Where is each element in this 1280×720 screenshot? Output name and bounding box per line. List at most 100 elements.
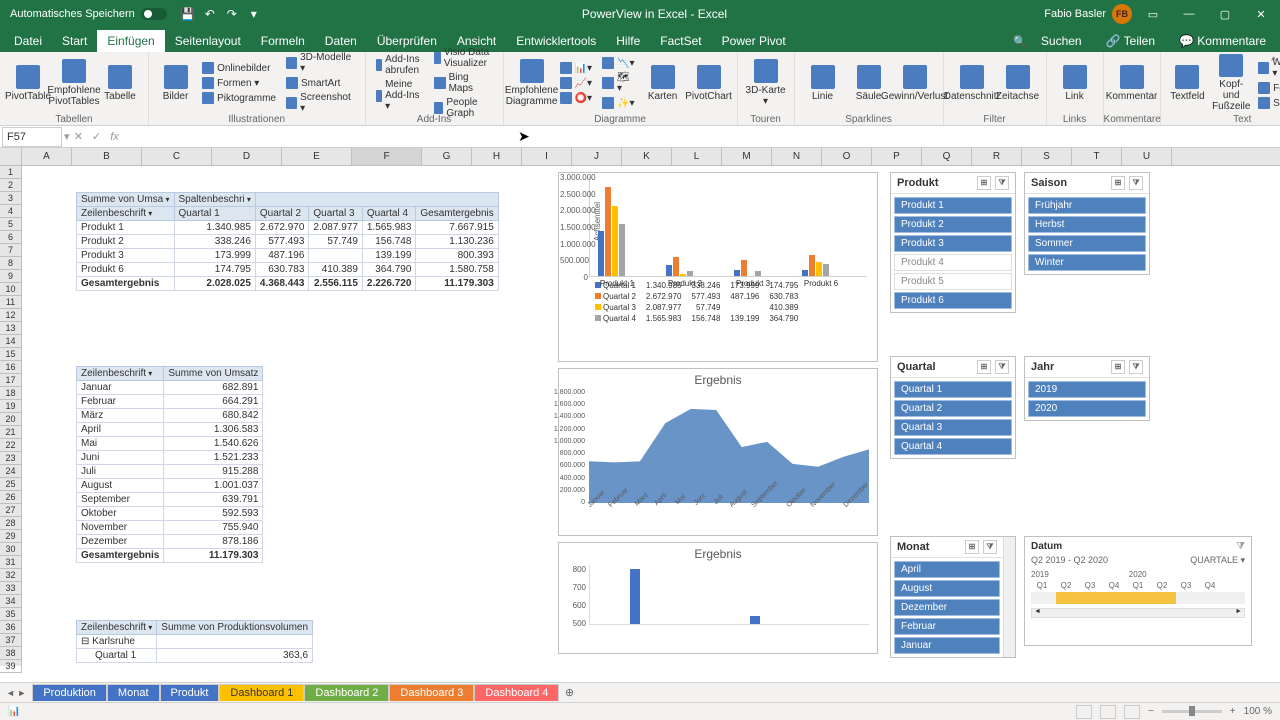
slicer-item[interactable]: Sommer (1028, 235, 1146, 252)
slicer-item[interactable]: Produkt 2 (894, 216, 1012, 233)
link-button[interactable]: Link (1053, 54, 1097, 112)
col-J[interactable]: J (572, 148, 622, 165)
row-1[interactable]: 1 (0, 166, 22, 179)
slicer-monat[interactable]: Monat⊞⧩ AprilAugustDezemberFebruarJanuar (890, 536, 1016, 658)
ribbon-screenshot[interactable]: Screenshot ▾ (282, 91, 359, 115)
menu-formeln[interactable]: Formeln (251, 30, 315, 52)
sheet-tab[interactable]: Dashboard 2 (304, 684, 389, 701)
slicer-item[interactable]: Herbst (1028, 216, 1146, 233)
col-Q[interactable]: Q (922, 148, 972, 165)
timeline-scrollbar[interactable] (1031, 608, 1245, 618)
slicer-item[interactable]: 2020 (1028, 400, 1146, 417)
slicer-item[interactable]: Quartal 1 (894, 381, 1012, 398)
row-19[interactable]: 19 (0, 400, 22, 413)
row-31[interactable]: 31 (0, 556, 22, 569)
3dmap-button[interactable]: 3D-Karte ▾ (744, 54, 788, 112)
menu-factset[interactable]: FactSet (650, 30, 711, 52)
row-28[interactable]: 28 (0, 517, 22, 530)
row-35[interactable]: 35 (0, 608, 22, 621)
slicer-item[interactable]: Januar (894, 637, 1000, 654)
bar-chart-small[interactable]: Ergebnis 800700600500 (558, 542, 878, 654)
timeline-datum[interactable]: Datum⧩ Q2 2019 - Q2 2020QUARTALE ▾ 20192… (1024, 536, 1252, 646)
col-I[interactable]: I (522, 148, 572, 165)
slicer-item[interactable]: Februar (894, 618, 1000, 635)
row-27[interactable]: 27 (0, 504, 22, 517)
accept-formula-icon[interactable]: ✓ (88, 130, 106, 143)
avatar[interactable]: FB (1112, 4, 1132, 24)
ribbon-gewinn/verlust[interactable]: Gewinn/Verlust (893, 54, 937, 112)
sheet-tab[interactable]: Monat (107, 684, 160, 701)
row-38[interactable]: 38 (0, 647, 22, 660)
menu-daten[interactable]: Daten (315, 30, 367, 52)
col-T[interactable]: T (1072, 148, 1122, 165)
search-menu[interactable]: Suchen (1031, 30, 1092, 52)
row-3[interactable]: 3 (0, 192, 22, 205)
row-6[interactable]: 6 (0, 231, 22, 244)
col-B[interactable]: B (72, 148, 142, 165)
row-16[interactable]: 16 (0, 361, 22, 374)
row-33[interactable]: 33 (0, 582, 22, 595)
zoom-in-icon[interactable]: + (1230, 706, 1236, 717)
sheet-tab[interactable]: Dashboard 4 (474, 684, 559, 701)
row-8[interactable]: 8 (0, 257, 22, 270)
slicer-jahr[interactable]: Jahr⊞⧩ 20192020 (1024, 356, 1150, 421)
ribbon-symbol[interactable]: Symbol (1254, 96, 1280, 110)
row-23[interactable]: 23 (0, 452, 22, 465)
menu-seitenlayout[interactable]: Seitenlayout (165, 30, 251, 52)
sheet-tab[interactable]: Produktion (32, 684, 107, 701)
headerfooter-button[interactable]: Kopf- und Fußzeile (1210, 54, 1252, 112)
ribbon-datenschnitt[interactable]: Datenschnitt (950, 54, 994, 112)
slicer-item[interactable]: Quartal 2 (894, 400, 1012, 417)
row-7[interactable]: 7 (0, 244, 22, 257)
ribbon-linie[interactable]: Linie (801, 54, 845, 112)
row-29[interactable]: 29 (0, 530, 22, 543)
pictures-button[interactable]: Bilder (155, 54, 196, 112)
timeline-selection[interactable] (1056, 592, 1176, 604)
slicer-item[interactable]: Dezember (894, 599, 1000, 616)
col-P[interactable]: P (872, 148, 922, 165)
row-22[interactable]: 22 (0, 439, 22, 452)
view-layout-icon[interactable] (1100, 705, 1116, 719)
zoom-level[interactable]: 100 % (1244, 706, 1272, 717)
cancel-formula-icon[interactable]: ✕ (70, 130, 88, 143)
row-34[interactable]: 34 (0, 595, 22, 608)
col-C[interactable]: C (142, 148, 212, 165)
row-2[interactable]: 2 (0, 179, 22, 192)
slicer-item[interactable]: Quartal 3 (894, 419, 1012, 436)
col-U[interactable]: U (1122, 148, 1172, 165)
slicer-item[interactable]: Produkt 3 (894, 235, 1012, 252)
row-24[interactable]: 24 (0, 465, 22, 478)
ribbon-formen[interactable]: Formen ▾ (198, 76, 280, 90)
formula-input[interactable] (124, 127, 1280, 147)
menu-entwicklertools[interactable]: Entwicklertools (506, 30, 606, 52)
ribbon-visiodatavisualizer[interactable]: Visio Data Visualizer (430, 46, 496, 70)
row-15[interactable]: 15 (0, 348, 22, 361)
textbox-button[interactable]: Textfeld (1167, 54, 1209, 112)
clear-timeline-icon[interactable]: ⧩ (1236, 541, 1245, 552)
row-4[interactable]: 4 (0, 205, 22, 218)
col-D[interactable]: D (212, 148, 282, 165)
col-E[interactable]: E (282, 148, 352, 165)
col-R[interactable]: R (972, 148, 1022, 165)
ribbon-tabelle[interactable]: Tabelle (98, 54, 142, 112)
ribbon-wordart[interactable]: WordArt ▾ (1254, 56, 1280, 80)
name-box[interactable]: F57 (2, 127, 62, 147)
minimize-icon[interactable]: — (1174, 0, 1204, 28)
multiselect-icon[interactable]: ⊞ (977, 176, 991, 190)
col-H[interactable]: H (472, 148, 522, 165)
row-26[interactable]: 26 (0, 491, 22, 504)
row-36[interactable]: 36 (0, 621, 22, 634)
slicer-item[interactable]: Produkt 4 (894, 254, 1012, 271)
undo-icon[interactable]: ↶ (199, 3, 221, 25)
sheet-tab[interactable]: Dashboard 3 (389, 684, 474, 701)
col-N[interactable]: N (772, 148, 822, 165)
add-sheet-icon[interactable]: ⊕ (559, 686, 579, 699)
ribbon-bingmaps[interactable]: Bing Maps (430, 71, 496, 95)
clear-filter-icon[interactable]: ⧩ (995, 176, 1009, 190)
row-39[interactable]: 39 (0, 660, 22, 673)
comments-menu[interactable]: 💬 Kommentare (1169, 30, 1276, 52)
slicer-item[interactable]: Quartal 4 (894, 438, 1012, 455)
row-14[interactable]: 14 (0, 335, 22, 348)
row-12[interactable]: 12 (0, 309, 22, 322)
view-normal-icon[interactable] (1076, 705, 1092, 719)
